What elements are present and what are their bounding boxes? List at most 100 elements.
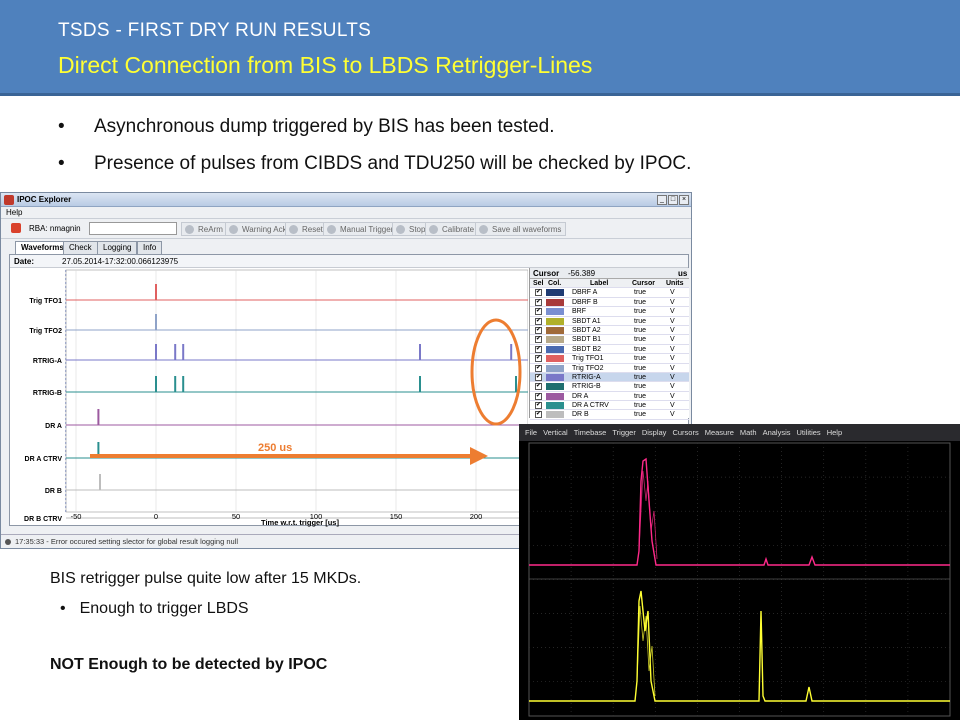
row-color-swatch[interactable] [546,289,564,297]
scope-menu-bar: File Vertical Timebase Trigger Display Cursor… [519,424,960,441]
calibrate-button[interactable]: Calibrate [425,222,480,236]
table-row[interactable]: ✔ DBRF B true V [530,298,689,308]
table-row[interactable]: ✔ RTRIG-B true V [530,382,689,392]
trace-pulse [510,344,513,360]
row-checkbox[interactable]: ✔ [535,336,542,344]
channel-label: RTRIG-B [33,390,62,397]
window-titlebar[interactable]: IPOC Explorer _ □ × [1,193,691,207]
tab-info[interactable]: Info [137,241,163,254]
trace-pulse [174,344,177,360]
row-checkbox[interactable]: ✔ [535,355,542,363]
scope-menu-item[interactable]: Utilities [797,428,821,437]
row-color-swatch[interactable] [546,336,564,344]
table-row[interactable]: ✔ SBDT A1 true V [530,317,689,326]
row-color-swatch[interactable] [546,392,564,400]
row-color-swatch[interactable] [546,355,564,363]
row-color-swatch[interactable] [546,308,564,316]
row-checkbox[interactable]: ✔ [535,308,542,316]
row-color-swatch[interactable] [546,373,564,381]
row-color-swatch[interactable] [546,383,564,391]
table-row[interactable]: ✔ DR A true V [530,392,689,402]
trace-pulse [99,474,101,490]
row-color-swatch[interactable] [546,298,564,306]
tab-check[interactable]: Check [63,241,98,254]
scope-menu-item[interactable]: Vertical [543,428,568,437]
scope-menu-item[interactable]: Trigger [612,428,635,437]
menu-bar: Help [1,207,691,219]
x-tick-label: 150 [390,512,403,521]
bullet-1-text: Asynchronous dump triggered by BIS has b… [94,116,555,137]
row-color-swatch[interactable] [546,364,564,372]
rearm-button[interactable]: ReArm [181,222,228,236]
table-row[interactable]: ✔ BRF true V [530,307,689,317]
date-bar: Date: 27.05.2014-17:32:00.066123975 [10,255,688,268]
channel-table[interactable]: Cursor -56.389 us Sel Col. Label Cursor … [529,268,689,420]
table-row[interactable]: ✔ DR A CTRV true V [530,401,689,411]
table-row[interactable]: ✔ RTRIG-A true V [530,372,689,383]
scope-trace-1-ringing [638,470,658,560]
row-checkbox[interactable]: ✔ [535,326,542,334]
row-unit: V [670,383,675,391]
rba-input[interactable] [89,222,177,235]
table-row[interactable]: ✔ SBDT A2 true V [530,326,689,336]
table-row[interactable]: ✔ Trig TFO2 true V [530,364,689,373]
minimize-icon[interactable]: _ [657,195,667,205]
row-color-swatch[interactable] [546,317,564,325]
scope-grid [528,442,951,717]
maximize-icon[interactable]: □ [668,195,678,205]
table-row[interactable]: ✔ SBDT B1 true V [530,335,689,345]
close-icon[interactable]: × [679,195,689,205]
row-color-swatch[interactable] [546,402,564,410]
scope-menu-item[interactable]: Math [740,428,757,437]
manual-trigger-button[interactable]: Manual Trigger [323,222,399,236]
row-unit: V [670,289,675,297]
row-checkbox[interactable]: ✔ [535,392,542,400]
row-checkbox[interactable]: ✔ [535,298,542,306]
table-row[interactable]: ✔ Trig TFO1 true V [530,354,689,364]
row-cursor: true [634,364,647,372]
scope-menu-item[interactable]: File [525,428,537,437]
row-label: DBRF A [572,289,598,297]
row-checkbox[interactable]: ✔ [535,402,542,410]
row-checkbox[interactable]: ✔ [535,411,542,419]
table-row[interactable]: ✔ SBDT B2 true V [530,345,689,355]
channel-label: DR A CTRV [25,456,63,463]
scope-menu-item[interactable]: Analysis [763,428,791,437]
row-checkbox[interactable]: ✔ [535,345,542,353]
row-color-swatch[interactable] [546,411,564,419]
row-checkbox[interactable]: ✔ [535,317,542,325]
cursor-label: Cursor [533,269,560,278]
row-unit: V [670,336,675,344]
row-color-swatch[interactable] [546,345,564,353]
row-checkbox[interactable]: ✔ [535,289,542,297]
row-unit: V [670,364,675,372]
row-checkbox[interactable]: ✔ [535,364,542,372]
tab-logging[interactable]: Logging [97,241,138,254]
row-checkbox[interactable]: ✔ [535,383,542,391]
scope-menu-item[interactable]: Cursors [672,428,698,437]
table-row[interactable]: ✔ DBRF A true V [530,288,689,298]
scope-menu-item[interactable]: Help [827,428,842,437]
reset-button[interactable]: Reset [285,222,328,236]
tab-waveforms[interactable]: Waveforms [15,241,70,254]
scope-menu-item[interactable]: Measure [705,428,734,437]
row-label: DR B [572,411,589,419]
slide: TSDS - FIRST DRY RUN RESULTS Direct Conn… [0,0,960,720]
table-row[interactable]: ✔ DR B true V [530,410,689,420]
warning-ack-button[interactable]: Warning Ack [225,222,292,236]
row-unit: V [670,402,675,410]
row-color-swatch[interactable] [546,326,564,334]
stop-red-icon[interactable] [11,223,21,233]
save-waveforms-button[interactable]: Save all waveforms [475,222,567,236]
x-axis-label: Time w.r.t. trigger [us] [261,518,339,527]
scope-menu-item[interactable]: Timebase [574,428,607,437]
scope-menu-item[interactable]: Display [642,428,667,437]
channel-label: RTRIG-A [33,358,62,365]
channel-label: DR A [45,423,62,430]
row-unit: V [670,392,675,400]
row-label: DR A [572,392,589,400]
menu-help[interactable]: Help [6,208,22,217]
note-sub: Enough to trigger LBDS [79,600,249,617]
waveform-plot[interactable]: Trig TFO1 Trig TFO2 RTRIG-A RTRIG-B DR A DR A… [10,268,528,527]
row-checkbox[interactable]: ✔ [535,373,542,381]
